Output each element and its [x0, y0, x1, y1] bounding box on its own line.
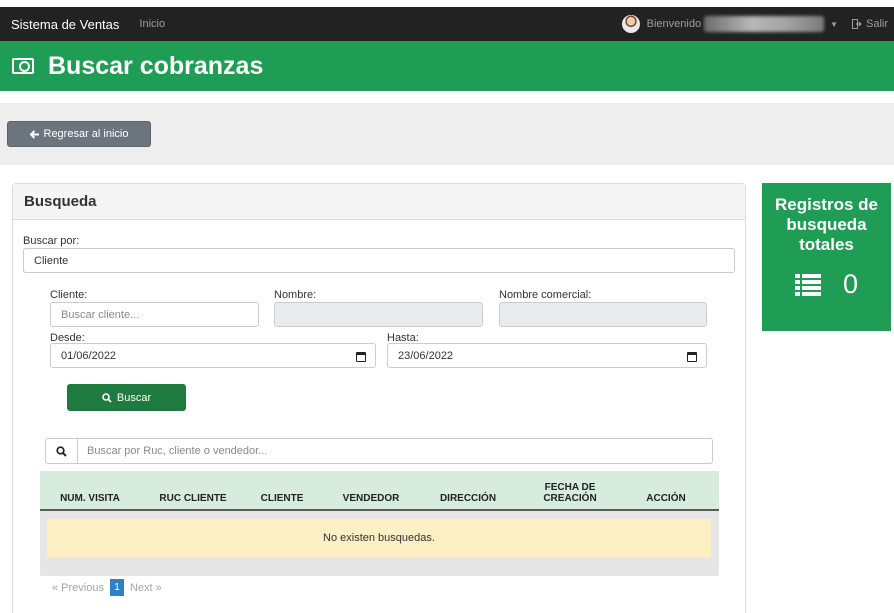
sign-out-icon — [851, 19, 862, 29]
empty-message: No existen busquedas. — [323, 532, 435, 544]
welcome-text: Bienvenido — [646, 18, 702, 30]
search-by-value: Cliente — [34, 254, 69, 267]
search-icon — [102, 392, 112, 403]
trade-name-field — [499, 302, 707, 327]
client-label: Cliente: — [50, 289, 88, 301]
col-ruc-cliente[interactable]: RUC CLIENTE — [150, 471, 236, 511]
action-bar: Regresar al inicio — [0, 103, 894, 165]
page-title: Buscar cobranzas — [48, 51, 264, 80]
panel-heading: Busqueda — [13, 184, 745, 220]
calendar-icon[interactable] — [687, 352, 697, 362]
name-field — [274, 302, 483, 327]
page-header: Buscar cobranzas — [0, 41, 894, 91]
pagination-previous[interactable]: « Previous — [52, 582, 104, 594]
top-navbar: Sistema de Ventas Inicio Bienvenido ▼ Sa… — [0, 7, 894, 41]
logout-link[interactable]: Salir — [851, 18, 888, 30]
col-direccion[interactable]: DIRECCIÓN — [433, 471, 503, 511]
nav-link-inicio[interactable]: Inicio — [139, 18, 165, 30]
total-records-card: Registros de busqueda totales 0 — [762, 183, 891, 331]
user-menu: Bienvenido ▼ Salir — [621, 7, 894, 41]
empty-results-row: No existen busquedas. — [47, 519, 711, 557]
stats-value: 0 — [842, 269, 859, 299]
to-date-value: 23/06/2022 — [398, 349, 454, 362]
pagination-next[interactable]: Next » — [130, 582, 162, 594]
stats-title: Registros de busqueda totales — [775, 195, 878, 254]
search-panel: Busqueda Buscar por: Cliente Cliente: Bu… — [12, 183, 746, 613]
logout-label: Salir — [865, 18, 888, 30]
col-vendedor[interactable]: VENDEDOR — [338, 471, 404, 511]
search-button[interactable]: Buscar — [67, 384, 186, 411]
search-icon — [56, 445, 67, 457]
table-filter-placeholder: Buscar por Ruc, cliente o vendedor... — [87, 445, 268, 457]
client-placeholder: Buscar cliente... — [61, 308, 140, 321]
name-label: Nombre: — [274, 289, 317, 301]
results-table: NUM. VISITA RUC CLIENTE CLIENTE VENDEDOR… — [40, 471, 719, 576]
money-bill-icon — [12, 58, 34, 74]
brand-link[interactable]: Sistema de Ventas — [11, 17, 119, 32]
search-addon — [46, 439, 78, 463]
pagination-page-current[interactable]: 1 — [109, 579, 124, 596]
col-fecha-creacion[interactable]: FECHA DE CREACIÓN — [530, 471, 610, 511]
back-to-home-button[interactable]: Regresar al inicio — [7, 121, 151, 147]
from-date-value: 01/06/2022 — [61, 349, 117, 362]
stats-row: 0 — [762, 269, 891, 300]
search-by-label: Buscar por: — [23, 235, 80, 247]
table-header: NUM. VISITA RUC CLIENTE CLIENTE VENDEDOR… — [40, 471, 719, 511]
search-button-label: Buscar — [116, 391, 152, 404]
col-accion[interactable]: ACCIÓN — [638, 471, 694, 511]
back-button-label: Regresar al inicio — [43, 128, 129, 140]
from-date-input[interactable]: 01/06/2022 — [50, 343, 376, 368]
arrow-left-icon — [29, 129, 39, 139]
pagination: « Previous 1 Next » — [52, 579, 162, 596]
user-avatar — [621, 15, 640, 33]
col-num-visita[interactable]: NUM. VISITA — [54, 471, 126, 511]
to-date-input[interactable]: 23/06/2022 — [387, 343, 707, 368]
caret-down-icon[interactable]: ▼ — [830, 20, 838, 29]
list-icon — [794, 273, 821, 296]
search-by-select[interactable]: Cliente — [23, 248, 735, 273]
trade-name-label: Nombre comercial: — [499, 289, 592, 301]
table-filter-input[interactable]: Buscar por Ruc, cliente o vendedor... — [45, 438, 713, 464]
client-search-input[interactable]: Buscar cliente... — [50, 302, 259, 327]
calendar-icon[interactable] — [356, 352, 366, 362]
redacted-user-name[interactable] — [704, 16, 825, 32]
col-cliente[interactable]: CLIENTE — [252, 471, 312, 511]
